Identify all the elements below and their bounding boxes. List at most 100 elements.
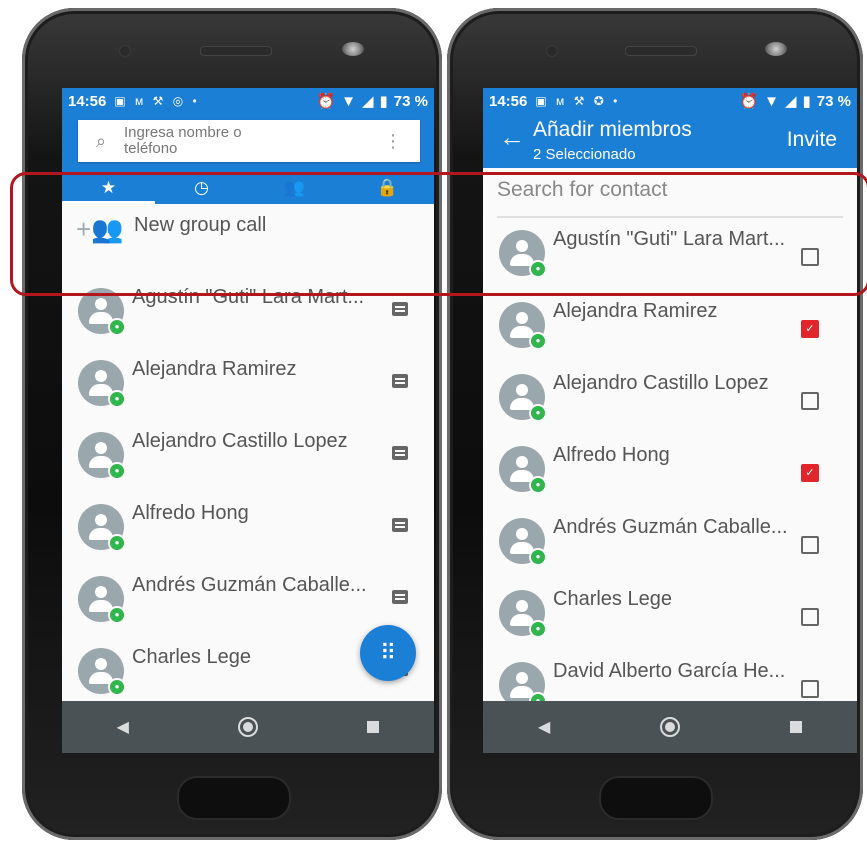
contact-row[interactable]: ● Andrés Guzmán Caballe... [62, 564, 434, 636]
new-group-call-label: New group call [134, 214, 267, 236]
status-time: 14:56 [489, 92, 528, 110]
contact-name: David Alberto García He... [553, 660, 786, 682]
lock-badge-icon: ● [529, 260, 547, 278]
contact-row[interactable]: ● Alejandra Ramirez ✓ [483, 290, 857, 362]
left-screen: 14:56 ▣ ᴍ ⚒ ◎ • ⏰ ▼ ◢ ▮ 73 % ⌕ Ingresa n… [62, 88, 434, 753]
lock-icon: 🔒 [376, 178, 399, 197]
lock-badge-icon: ● [529, 548, 547, 566]
contact-name: Agustín "Guti" Lara Mart... [553, 228, 786, 250]
recents-nav-icon[interactable] [367, 721, 380, 733]
contact-name: Alejandra Ramirez [553, 300, 718, 322]
battery-icon: ▮ [802, 93, 811, 110]
avatar: ● [78, 288, 126, 336]
alarm-icon: ⏰ [739, 93, 759, 110]
home-nav-icon[interactable] [238, 717, 259, 737]
navigation-bar: ◀ [62, 701, 434, 753]
lock-badge-icon: ● [108, 606, 126, 624]
status-bar: 14:56 ▣ ᴍ ⚒ ✪ • ⏰ ▼ ◢ ▮ 73 % [483, 88, 857, 114]
avatar: ● [499, 446, 547, 494]
front-camera [120, 46, 130, 56]
select-checkbox[interactable] [801, 248, 819, 266]
lock-badge-icon: ● [108, 462, 126, 480]
avatar: ● [499, 590, 547, 638]
contact-name: Agustín "Guti" Lara Mart... [132, 286, 365, 308]
select-checkbox[interactable]: ✓ [801, 464, 819, 482]
recents-nav-icon[interactable] [790, 721, 803, 733]
select-checkbox[interactable] [801, 392, 819, 410]
lock-badge-icon: ● [529, 332, 547, 350]
contact-row[interactable]: ● Agustín "Guti" Lara Mart... [62, 276, 434, 348]
select-checkbox[interactable]: ✓ [801, 320, 819, 338]
select-checkbox[interactable] [801, 680, 819, 698]
contact-row[interactable]: ● Alfredo Hong [62, 492, 434, 564]
contact-name: Charles Lege [553, 588, 672, 610]
back-nav-icon[interactable]: ◀ [538, 717, 550, 737]
battery-icon: ▮ [379, 93, 388, 110]
back-nav-icon[interactable]: ◀ [117, 717, 129, 737]
lock-badge-icon: ● [108, 534, 126, 552]
dialpad-button[interactable]: ⠿ [360, 625, 416, 681]
signal-icon: ◢ [784, 93, 797, 110]
message-icon[interactable] [392, 446, 408, 460]
right-phone: 14:56 ▣ ᴍ ⚒ ✪ • ⏰ ▼ ◢ ▮ 73 % ← Añadir mi… [447, 8, 863, 840]
earpiece-speaker [200, 46, 272, 56]
proximity-sensor [342, 42, 364, 56]
message-icon[interactable] [392, 374, 408, 388]
avatar: ● [78, 576, 126, 624]
contact-row[interactable]: ● Alejandra Ramirez [62, 348, 434, 420]
contact-name: Alejandro Castillo Lopez [553, 372, 769, 394]
back-arrow-icon[interactable]: ← [499, 122, 525, 153]
search-area: ⌕ Ingresa nombre o teléfono ⋮ [62, 114, 434, 172]
dialpad-icon: ⠿ [379, 640, 397, 665]
navigation-bar: ◀ [483, 701, 857, 753]
home-nav-icon[interactable] [660, 717, 681, 737]
lock-badge-icon: ● [108, 390, 126, 408]
invite-button[interactable]: Invite [787, 128, 837, 152]
contact-name: Alejandro Castillo Lopez [132, 430, 348, 452]
contact-row[interactable]: ● Alfredo Hong ✓ [483, 434, 857, 506]
selected-count: 2 Seleccionado [533, 146, 636, 163]
status-bar: 14:56 ▣ ᴍ ⚒ ◎ • ⏰ ▼ ◢ ▮ 73 % [62, 88, 434, 114]
add-group-icon: +👥 [76, 214, 124, 244]
proximity-sensor [765, 42, 787, 56]
notification-icons: ▣ ᴍ ⚒ ✪ • [535, 94, 621, 108]
contact-row[interactable]: ● Alejandro Castillo Lopez [62, 420, 434, 492]
lock-badge-icon: ● [108, 678, 126, 696]
new-group-call-row[interactable]: +👥 New group call [62, 204, 434, 276]
avatar: ● [499, 230, 547, 278]
wifi-icon: ▼ [341, 92, 356, 110]
clock-icon: ◷ [194, 178, 209, 197]
contact-row[interactable]: ● Charles Lege [483, 578, 857, 650]
status-time: 14:56 [68, 92, 107, 110]
fingerprint-home-button [177, 776, 291, 820]
contact-name: Alejandra Ramirez [132, 358, 297, 380]
tab-contacts[interactable]: 👥 [248, 172, 341, 204]
app-bar: ← Añadir miembros 2 Seleccionado Invite [483, 114, 857, 168]
tab-recents[interactable]: ◷ [155, 172, 248, 204]
avatar: ● [499, 518, 547, 566]
tab-bar: ★ ◷ 👥 🔒 [62, 172, 434, 204]
message-icon[interactable] [392, 518, 408, 532]
overflow-menu-icon[interactable]: ⋮ [384, 131, 402, 152]
contact-row[interactable]: ● Alejandro Castillo Lopez [483, 362, 857, 434]
group-icon: 👥 [283, 178, 306, 197]
signal-icon: ◢ [361, 93, 374, 110]
star-icon: ★ [100, 178, 117, 197]
search-input[interactable]: ⌕ Ingresa nombre o teléfono ⋮ [78, 120, 420, 162]
lock-badge-icon: ● [529, 620, 547, 638]
contact-row[interactable]: ● Agustín "Guti" Lara Mart... [483, 218, 857, 290]
search-contact-input[interactable]: Search for contact [497, 168, 843, 218]
select-checkbox[interactable] [801, 608, 819, 626]
message-icon[interactable] [392, 590, 408, 604]
tab-secure[interactable]: 🔒 [341, 172, 434, 204]
battery-level: 73 % [816, 92, 851, 110]
wifi-icon: ▼ [764, 92, 779, 110]
select-checkbox[interactable] [801, 536, 819, 554]
contact-row[interactable]: ● Andrés Guzmán Caballe... [483, 506, 857, 578]
message-icon[interactable] [392, 302, 408, 316]
avatar: ● [78, 360, 126, 408]
tab-favorites[interactable]: ★ [62, 172, 155, 204]
avatar: ● [78, 504, 126, 552]
alarm-icon: ⏰ [316, 93, 336, 110]
left-phone: 14:56 ▣ ᴍ ⚒ ◎ • ⏰ ▼ ◢ ▮ 73 % ⌕ Ingresa n… [22, 8, 442, 840]
